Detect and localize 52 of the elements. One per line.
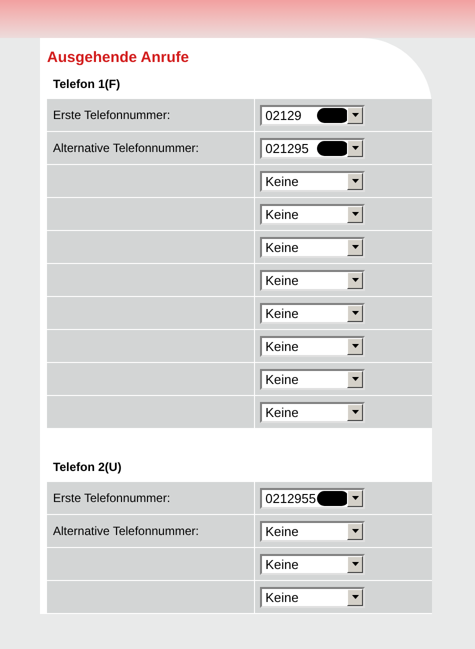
dropdown-value: Keine bbox=[264, 208, 299, 220]
caret-icon[interactable] bbox=[347, 404, 364, 420]
caret-icon[interactable] bbox=[347, 490, 364, 506]
dropdown-value: Keine bbox=[264, 590, 299, 604]
dropdown-value: 021295 bbox=[264, 142, 309, 154]
caret-icon[interactable] bbox=[347, 140, 364, 156]
caret-icon[interactable] bbox=[347, 556, 364, 572]
dropdown[interactable]: Keine bbox=[260, 402, 366, 422]
section-heading: Telefon 2(U) bbox=[52, 459, 122, 476]
field-label: Erste Telefonnummer: bbox=[53, 490, 170, 507]
dropdown-value: Keine bbox=[264, 340, 299, 352]
dropdown[interactable]: 021295 bbox=[260, 138, 366, 158]
dropdown[interactable]: Keine bbox=[260, 368, 366, 390]
caret-icon[interactable] bbox=[347, 172, 364, 190]
section-heading: Telefon 1(F) bbox=[52, 76, 122, 93]
dropdown[interactable]: Keine bbox=[260, 170, 366, 192]
dropdown[interactable]: Keine bbox=[260, 204, 366, 224]
caret-icon[interactable] bbox=[347, 304, 364, 322]
redaction-mark bbox=[317, 108, 350, 122]
dropdown[interactable]: Keine bbox=[260, 586, 366, 608]
page-title: Ausgehende Anrufe bbox=[47, 49, 190, 68]
redaction-mark bbox=[317, 140, 350, 156]
dropdown-value: Keine bbox=[264, 558, 299, 570]
caret-icon[interactable] bbox=[347, 206, 364, 222]
dropdown[interactable]: Keine bbox=[260, 236, 366, 258]
dropdown-value: Keine bbox=[264, 406, 299, 418]
caret-icon[interactable] bbox=[347, 106, 364, 124]
caret-icon[interactable] bbox=[347, 588, 364, 606]
dropdown-value: 0212955 bbox=[264, 492, 316, 504]
dropdown-value: Keine bbox=[264, 240, 299, 254]
dropdown[interactable]: Keine bbox=[260, 302, 366, 324]
dropdown-value: 02129 bbox=[264, 108, 302, 122]
caret-icon[interactable] bbox=[347, 272, 364, 288]
redaction-mark bbox=[317, 490, 350, 506]
dropdown-value: Keine bbox=[264, 306, 299, 320]
dropdown[interactable]: 02129 bbox=[260, 104, 366, 126]
caret-icon[interactable] bbox=[347, 370, 364, 388]
dropdown-value: Keine bbox=[264, 524, 299, 538]
dropdown[interactable]: Keine bbox=[260, 336, 366, 356]
caret-icon[interactable] bbox=[347, 522, 364, 540]
dropdown[interactable]: 0212955 bbox=[260, 488, 366, 508]
field-label: Alternative Telefonnummer: bbox=[53, 140, 199, 157]
field-label: Erste Telefonnummer: bbox=[53, 107, 170, 124]
dropdown-value: Keine bbox=[264, 274, 299, 286]
dropdown[interactable]: Keine bbox=[260, 270, 366, 290]
dropdown-value: Keine bbox=[264, 174, 299, 188]
dropdown-value: Keine bbox=[264, 372, 299, 386]
dropdown[interactable]: Keine bbox=[260, 554, 366, 574]
field-label: Alternative Telefonnummer: bbox=[53, 523, 199, 540]
caret-icon[interactable] bbox=[347, 338, 364, 354]
dropdown[interactable]: Keine bbox=[260, 520, 366, 542]
caret-icon[interactable] bbox=[347, 238, 364, 256]
